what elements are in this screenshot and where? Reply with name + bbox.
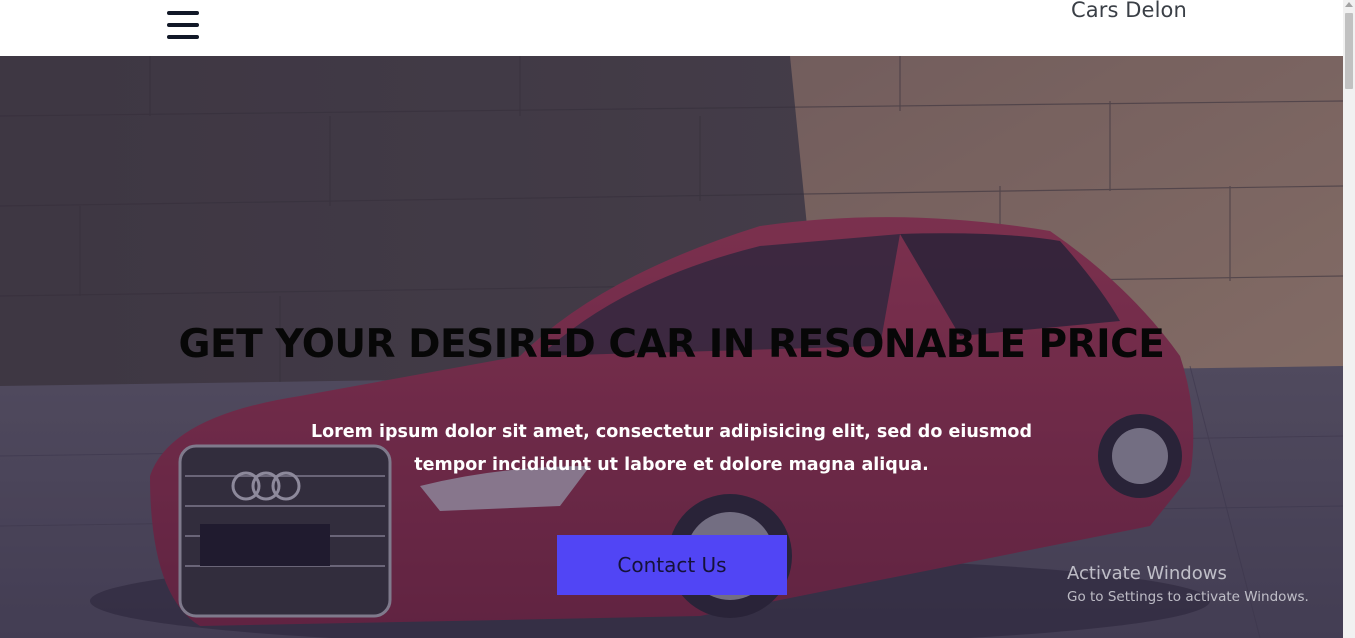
- scroll-thumb[interactable]: [1345, 13, 1353, 89]
- vertical-scrollbar[interactable]: [1343, 0, 1355, 638]
- brand-name[interactable]: Cars Delon: [1071, 0, 1187, 22]
- hamburger-menu-icon[interactable]: [167, 11, 199, 39]
- hero-headline: GET YOUR DESIRED CAR IN RESONABLE PRICE: [178, 322, 1165, 367]
- hero-section: GET YOUR DESIRED CAR IN RESONABLE PRICE …: [0, 56, 1343, 638]
- watermark-subtitle: Go to Settings to activate Windows.: [1067, 589, 1309, 605]
- navbar: Cars Delon: [0, 0, 1343, 56]
- hero-lead-text: Lorem ipsum dolor sit amet, consectetur …: [311, 422, 1032, 475]
- windows-activation-watermark: Activate Windows Go to Settings to activ…: [1067, 563, 1309, 605]
- scroll-up-arrow-icon[interactable]: [1345, 2, 1353, 7]
- contact-us-button[interactable]: Contact Us: [557, 535, 787, 595]
- watermark-title: Activate Windows: [1067, 563, 1227, 584]
